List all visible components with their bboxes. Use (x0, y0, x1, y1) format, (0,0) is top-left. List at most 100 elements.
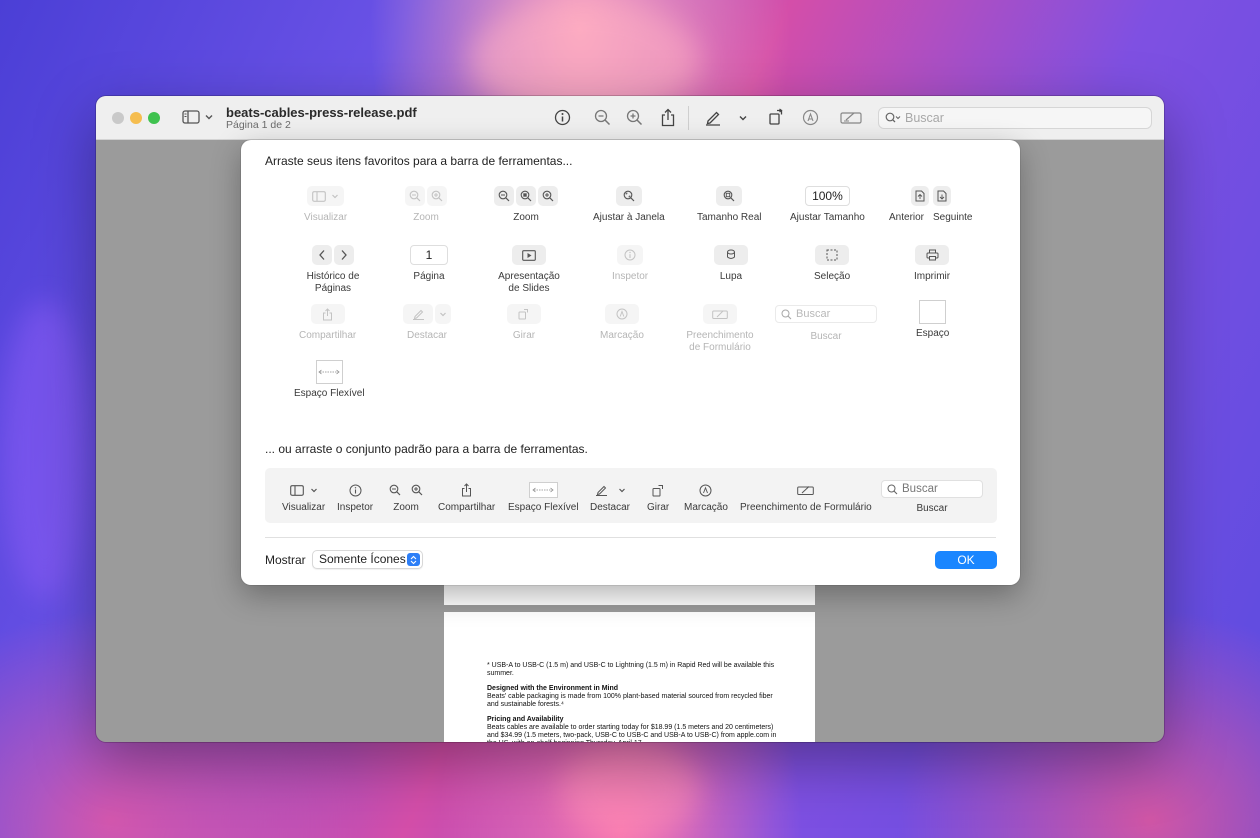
chevron-down-icon (739, 116, 747, 121)
toolbar-item-destacar[interactable]: Destacar (403, 304, 451, 342)
toolbar-item-espaco[interactable]: Espaço (916, 300, 949, 340)
rotate-button[interactable] (768, 108, 785, 126)
zoom-out-icon (594, 109, 611, 126)
toolbar-item-apresentacao[interactable]: Apresentação de Slides (496, 245, 562, 295)
item-label-seguinte: Seguinte (933, 212, 973, 223)
toolbar-item-tamanho-real[interactable]: Tamanho Real (697, 186, 761, 224)
pdf-heading: Designed with the Environment in Mind (487, 685, 619, 692)
toolbar-item-pagina[interactable]: 1 Página (410, 245, 448, 283)
minimize-button[interactable] (130, 112, 142, 124)
pdf-paragraph: Beats cables are available to order star… (487, 724, 777, 742)
toolbar-search-field[interactable]: Buscar (878, 107, 1152, 129)
zoom-in-icon (626, 109, 643, 126)
item-label: Apresentação de Slides (498, 271, 560, 294)
item-label: Inspetor (337, 502, 374, 513)
zoom-in-icon (542, 190, 554, 202)
default-item-compartilhar: Compartilhar (438, 482, 495, 513)
printer-icon (926, 249, 939, 261)
page-indicator: Página 1 de 2 (226, 119, 291, 131)
toolbar-item-zoom-disabled[interactable]: Zoom (405, 186, 447, 224)
rotate-icon (769, 108, 783, 125)
item-label: Espaço Flexível (294, 388, 365, 399)
form-filling-button[interactable] (840, 110, 862, 125)
toolbar-item-selecao[interactable]: Seleção (814, 245, 850, 283)
toolbar-item-espaco-flexivel[interactable]: Espaço Flexível (294, 360, 365, 400)
zoom-in-icon (411, 484, 423, 496)
rotate-icon (518, 309, 528, 320)
highlight-menu-button[interactable] (738, 113, 748, 123)
inspector-button[interactable] (554, 109, 571, 126)
toolbar-item-inspetor[interactable]: Inspetor (612, 245, 648, 283)
info-icon (554, 109, 571, 126)
item-label: Marcação (600, 330, 644, 341)
default-item-buscar: Buscar Buscar (881, 480, 983, 514)
zoom-window-button[interactable] (148, 112, 160, 124)
item-label: Zoom (413, 212, 439, 223)
double-arrow-icon (532, 487, 554, 493)
toolbar-item-girar[interactable]: Girar (507, 304, 541, 342)
toolbar-item-preenchimento[interactable]: Preenchimento de Formulário (685, 304, 755, 354)
toolbar-item-imprimir[interactable]: Imprimir (914, 245, 950, 283)
toolbar-item-compartilhar[interactable]: Compartilhar (299, 304, 356, 342)
markup-button[interactable] (802, 109, 819, 126)
close-button[interactable] (112, 112, 124, 124)
item-label: Girar (512, 330, 536, 341)
sidebar-icon (312, 190, 326, 202)
share-icon (661, 108, 675, 127)
ok-button[interactable]: OK (935, 551, 997, 569)
item-label: Buscar (916, 503, 948, 514)
sidebar-icon (182, 110, 200, 124)
chevron-left-icon (319, 250, 325, 260)
popup-stepper-icon (407, 553, 420, 566)
zoom-out-icon (498, 190, 510, 202)
item-label: Lupa (719, 271, 743, 282)
search-icon (781, 309, 792, 319)
highlight-button[interactable] (704, 109, 722, 126)
pdf-paragraph: Beats' cable packaging is made from 100%… (487, 693, 773, 708)
show-mode-select[interactable]: Somente Ícones (312, 550, 423, 569)
pen-icon (412, 309, 424, 320)
default-toolbar-set[interactable]: Visualizar Inspetor Zoom Compartilhar Es… (265, 468, 997, 523)
pdf-paragraph: * USB-A to USB-C (1.5 m) and USB-C to Li… (487, 662, 775, 677)
customize-toolbar-sheet: Arraste seus itens favoritos para a barr… (241, 140, 1020, 585)
toolbar-item-ajustar-janela[interactable]: Ajustar à Janela (593, 186, 665, 224)
search-icon (885, 112, 901, 123)
toolbar-item-ajustar-tamanho[interactable]: 100% Ajustar Tamanho (790, 186, 865, 224)
form-fill-icon (712, 310, 728, 319)
item-label: Ajustar Tamanho (790, 212, 865, 223)
pen-icon (706, 111, 720, 126)
toolbar-item-anterior-seguinte[interactable]: Anterior Seguinte (889, 186, 973, 224)
markup-icon (699, 484, 712, 496)
item-label: Compartilhar (438, 502, 496, 513)
double-arrow-icon (318, 369, 340, 375)
toolbar-item-lupa[interactable]: Lupa (714, 245, 748, 283)
item-label: Preenchimento de Formulário (740, 502, 872, 513)
loupe-icon (727, 249, 735, 259)
sidebar-icon (289, 484, 304, 496)
chevron-down-icon (440, 312, 446, 317)
zoom-out-icon (409, 190, 421, 202)
default-item-preenchimento: Preenchimento de Formulário (740, 482, 872, 513)
toolbar-item-marcacao[interactable]: Marcação (600, 304, 644, 342)
toolbar-item-buscar[interactable]: Buscar Buscar (775, 305, 877, 343)
item-label: Compartilhar (299, 330, 357, 341)
pdf-page-1-bottom (444, 584, 815, 605)
toolbar-item-historico[interactable]: Histórico de Páginas (303, 245, 363, 295)
toolbar-item-visualizar[interactable]: Visualizar (304, 186, 347, 224)
markup-icon (616, 308, 628, 320)
item-label: Visualizar (304, 212, 348, 223)
sidebar-toggle-button[interactable] (182, 110, 214, 124)
titlebar: beats-cables-press-release.pdf Página 1 … (96, 96, 1164, 140)
toolbar-item-zoom[interactable]: Zoom (494, 186, 558, 224)
chevron-down-icon (310, 488, 317, 493)
show-label: Mostrar (265, 553, 306, 567)
zoom-out-button[interactable] (594, 109, 611, 126)
chevron-down-icon (205, 115, 213, 120)
chevron-right-icon (341, 250, 347, 260)
selection-icon (826, 249, 838, 261)
zoom-in-button[interactable] (626, 109, 643, 126)
item-label: Seleção (814, 271, 851, 282)
sheet-heading: Arraste seus itens favoritos para a barr… (265, 154, 573, 168)
share-button[interactable] (660, 108, 676, 127)
search-field-preview: Buscar (775, 305, 877, 323)
